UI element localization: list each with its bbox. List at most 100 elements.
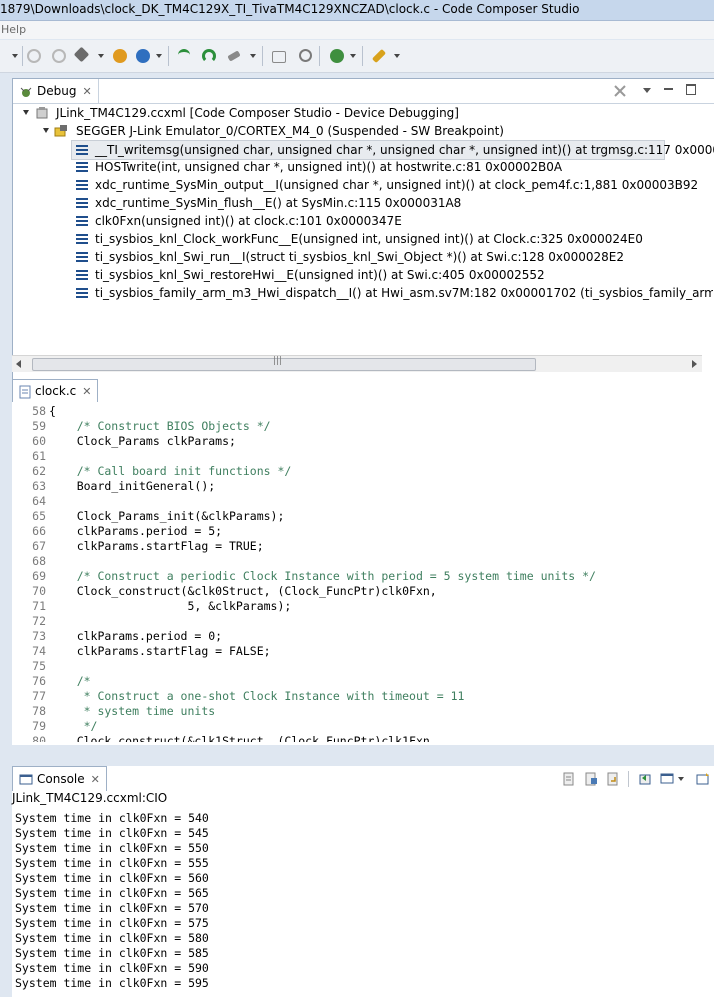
- console-line: System time in clk0Fxn = 555: [15, 856, 209, 870]
- target-config-icon: [36, 107, 48, 119]
- build-icon[interactable]: [73, 46, 90, 63]
- debug-horizontal-scrollbar[interactable]: |||: [12, 355, 702, 372]
- stack-frame-icon: [76, 162, 88, 172]
- code-comment: */: [49, 719, 98, 733]
- stack-frame[interactable]: xdc_runtime_SysMin_output__I(unsigned ch…: [71, 176, 711, 194]
- remove-all-terminated-icon[interactable]: [613, 84, 627, 98]
- scrollbar-thumb[interactable]: |||: [32, 356, 536, 371]
- tab-clock-c-label: clock.c: [35, 384, 77, 398]
- code-text: Board_initGeneral();: [49, 479, 216, 493]
- disconnect-icon[interactable]: [27, 49, 41, 63]
- stack-frame-icon: [76, 216, 88, 226]
- tab-clock-c[interactable]: clock.c ✕: [12, 379, 99, 403]
- stack-frame[interactable]: HOSTwrite(int, unsigned char *, unsigned…: [71, 158, 711, 176]
- tree-row-label: SEGGER J-Link Emulator_0/CORTEX_M4_0 (Su…: [76, 124, 504, 138]
- console-line: System time in clk0Fxn = 560: [15, 871, 209, 885]
- stack-frame-label: ti_sysbios_knl_Swi_run__I(struct ti_sysb…: [95, 250, 624, 264]
- tools-icon[interactable]: [227, 50, 241, 62]
- code-comment: /* Construct BIOS Objects */: [49, 419, 271, 433]
- debug-bug-icon: [20, 87, 32, 97]
- scroll-left-icon[interactable]: [16, 360, 21, 368]
- stack-frame-icon: [76, 145, 88, 155]
- main-toolbar: [0, 40, 714, 73]
- code-line: 58{: [12, 404, 714, 419]
- console-output[interactable]: System time in clk0Fxn = 540 System time…: [12, 806, 714, 997]
- stack-frame[interactable]: ti_sysbios_family_arm_m3_Hwi_dispatch__I…: [71, 284, 713, 302]
- stack-frame[interactable]: ti_sysbios_knl_Swi_restoreHwi__E(unsigne…: [71, 266, 711, 284]
- menu-help[interactable]: Help: [0, 23, 26, 36]
- debug-panel: Debug ✕ JLink_TM4C129.ccxml [Code Compose…: [12, 78, 714, 380]
- stack-frame[interactable]: ti_sysbios_knl_Clock_workFunc__E(unsigne…: [71, 230, 711, 248]
- debug-tabstrip: Debug ✕: [13, 79, 714, 104]
- clear-console-icon[interactable]: [562, 772, 576, 786]
- tab-console[interactable]: Console ✕: [12, 766, 107, 791]
- code-text: Clock_Params_init(&clkParams);: [49, 509, 285, 523]
- terminate-icon[interactable]: [52, 49, 66, 63]
- stack-frame[interactable]: xdc_runtime_SysMin_flush__E() at SysMin.…: [71, 194, 711, 212]
- build-dropdown-icon[interactable]: [98, 54, 104, 58]
- pin-console-icon[interactable]: [638, 772, 652, 786]
- console-line: System time in clk0Fxn = 590: [15, 961, 209, 975]
- minimize-icon[interactable]: [664, 88, 673, 90]
- line-number: 66: [32, 524, 46, 538]
- display-console-icon[interactable]: [660, 772, 674, 786]
- line-number: 64: [32, 494, 46, 508]
- bug-dropdown-icon[interactable]: [350, 54, 356, 58]
- scroll-grip: |||: [273, 356, 283, 366]
- stack-frame-icon: [76, 270, 88, 280]
- code-text: 5, &clkParams);: [49, 599, 292, 613]
- suspended-thread-icon: [54, 125, 67, 137]
- stack-frame[interactable]: ti_sysbios_knl_Swi_run__I(struct ti_sysb…: [71, 248, 711, 266]
- debug-dropdown-icon[interactable]: [156, 54, 162, 58]
- expand-arrow-icon[interactable]: [23, 110, 29, 115]
- close-icon[interactable]: ✕: [82, 80, 91, 104]
- editor-tabstrip: clock.c ✕: [12, 379, 714, 403]
- scroll-lock-icon[interactable]: [584, 772, 598, 786]
- tools-dropdown-icon[interactable]: [250, 54, 256, 58]
- stack-frame-selected[interactable]: __TI_writemsg(unsigned char, unsigned ch…: [71, 140, 714, 160]
- word-wrap-icon[interactable]: [606, 772, 620, 786]
- flash-icon[interactable]: [371, 48, 387, 64]
- tree-row-core[interactable]: SEGGER J-Link Emulator_0/CORTEX_M4_0 (Su…: [13, 122, 713, 140]
- stack-frame-icon: [76, 234, 88, 244]
- debug-icon[interactable]: [136, 49, 150, 63]
- bug-icon[interactable]: [330, 49, 344, 63]
- code-comment: * system time units: [49, 704, 216, 718]
- code-text: clkParams.period = 5;: [49, 524, 223, 538]
- expand-arrow-icon[interactable]: [43, 128, 49, 133]
- stack-frame-label: ti_sysbios_family_arm_m3_Hwi_dispatch__I…: [95, 286, 713, 300]
- flash-dropdown-icon[interactable]: [394, 54, 400, 58]
- step-over-icon[interactable]: [178, 49, 190, 60]
- line-number: 62: [32, 464, 46, 478]
- code-comment: /*: [49, 674, 91, 688]
- line-number: 63: [32, 479, 46, 493]
- open-console-icon[interactable]: [696, 772, 710, 786]
- dropdown-arrow-icon[interactable]: [12, 54, 18, 58]
- restart-icon[interactable]: [113, 49, 127, 63]
- tab-console-label: Console: [37, 772, 85, 786]
- console-line: System time in clk0Fxn = 540: [15, 811, 209, 825]
- view-menu-icon[interactable]: [643, 88, 651, 93]
- code-text: clkParams.startFlag = FALSE;: [49, 644, 271, 658]
- code-line: 65 Clock_Params_init(&clkParams);: [12, 509, 714, 524]
- code-line: 64: [12, 494, 714, 509]
- display-console-dropdown-icon[interactable]: [678, 777, 684, 781]
- maximize-icon[interactable]: [686, 84, 696, 95]
- code-text: {: [49, 404, 56, 418]
- search-icon[interactable]: [299, 49, 312, 62]
- close-icon[interactable]: ✕: [91, 768, 100, 792]
- memory-view-icon[interactable]: [272, 51, 286, 63]
- code-editor[interactable]: 58{ 59 /* Construct BIOS Objects */ 60 C…: [12, 402, 714, 742]
- code-line: 68: [12, 554, 714, 569]
- c-file-icon: [19, 385, 31, 398]
- stack-frame[interactable]: clk0Fxn(unsigned int)() at clock.c:101 0…: [71, 212, 711, 230]
- scroll-right-icon[interactable]: [692, 360, 697, 368]
- close-icon[interactable]: ✕: [82, 380, 91, 403]
- tree-row-target[interactable]: JLink_TM4C129.ccxml [Code Composer Studi…: [13, 104, 713, 122]
- code-line: 74 clkParams.startFlag = FALSE;: [12, 644, 714, 659]
- line-number: 75: [32, 659, 46, 673]
- code-line: 63 Board_initGeneral();: [12, 479, 714, 494]
- toolbar-separator: [362, 46, 363, 66]
- step-return-icon[interactable]: [202, 49, 216, 63]
- tab-debug[interactable]: Debug ✕: [13, 79, 99, 103]
